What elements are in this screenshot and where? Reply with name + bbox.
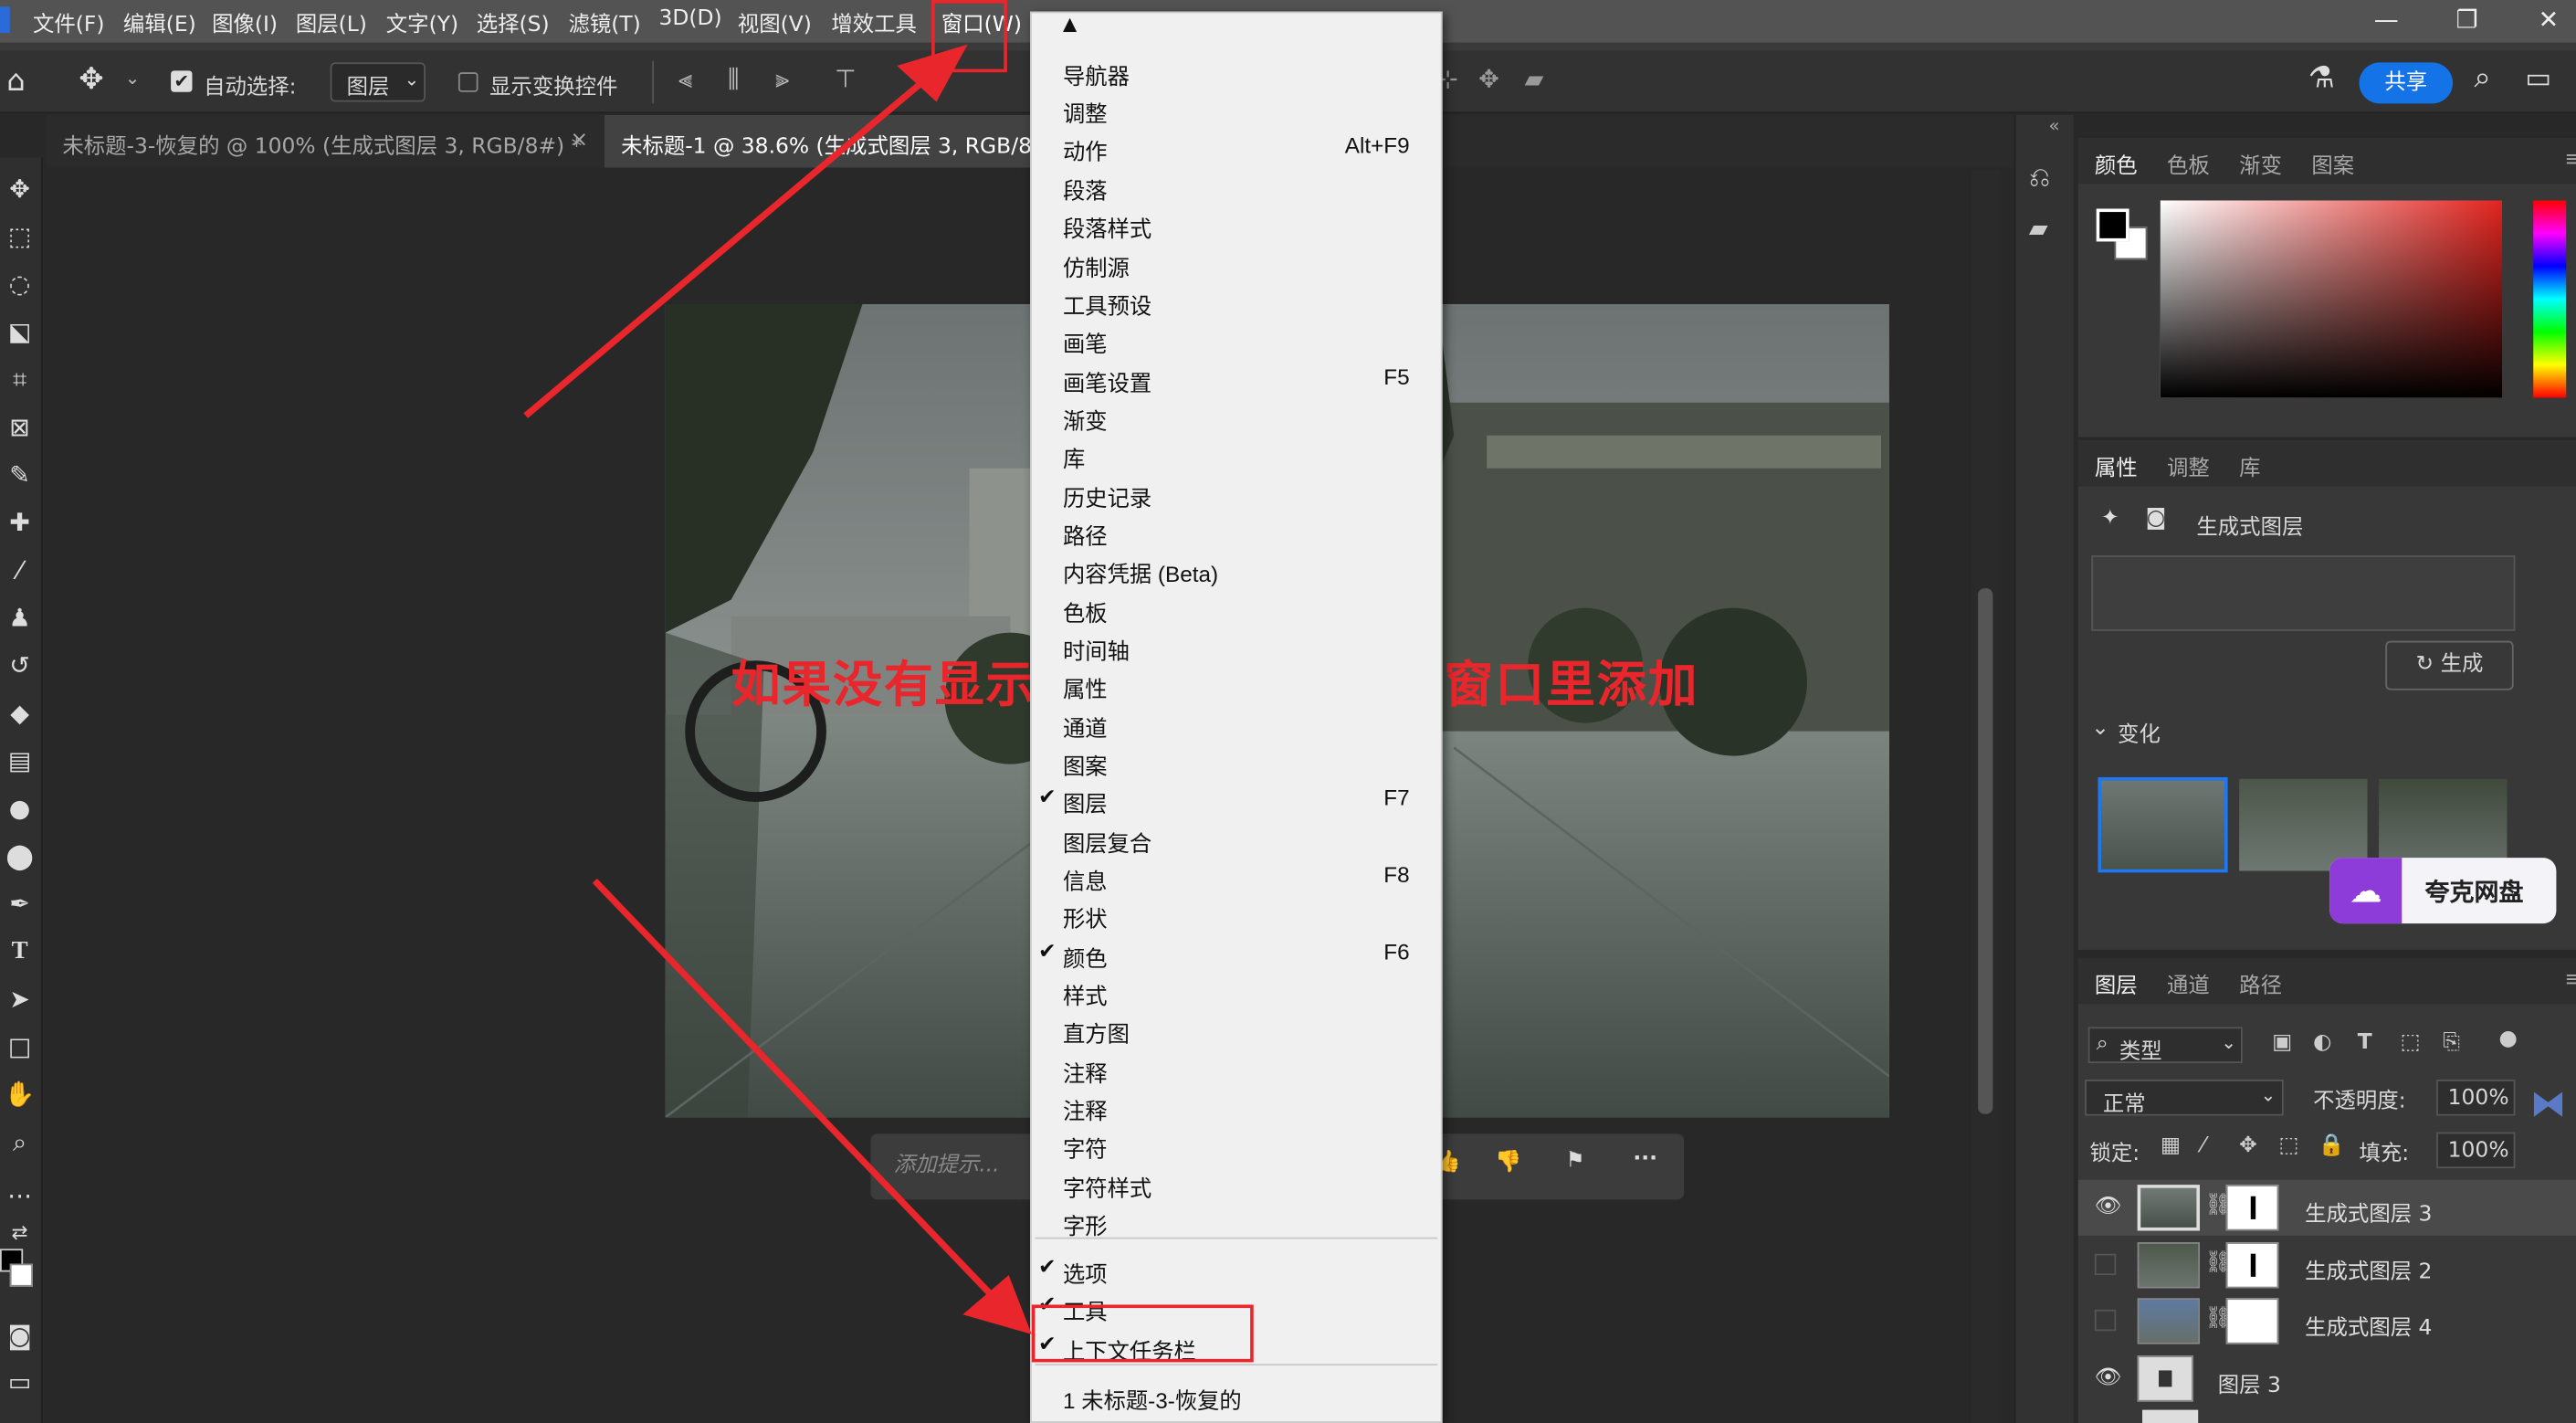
foreground-swatch[interactable] — [2096, 208, 2129, 242]
arrow-to-window-menu — [523, 57, 952, 418]
arrow-to-context-taskbar — [592, 878, 1005, 1309]
arrow-head — [962, 1275, 1032, 1334]
red-arrows — [523, 44, 1032, 1334]
